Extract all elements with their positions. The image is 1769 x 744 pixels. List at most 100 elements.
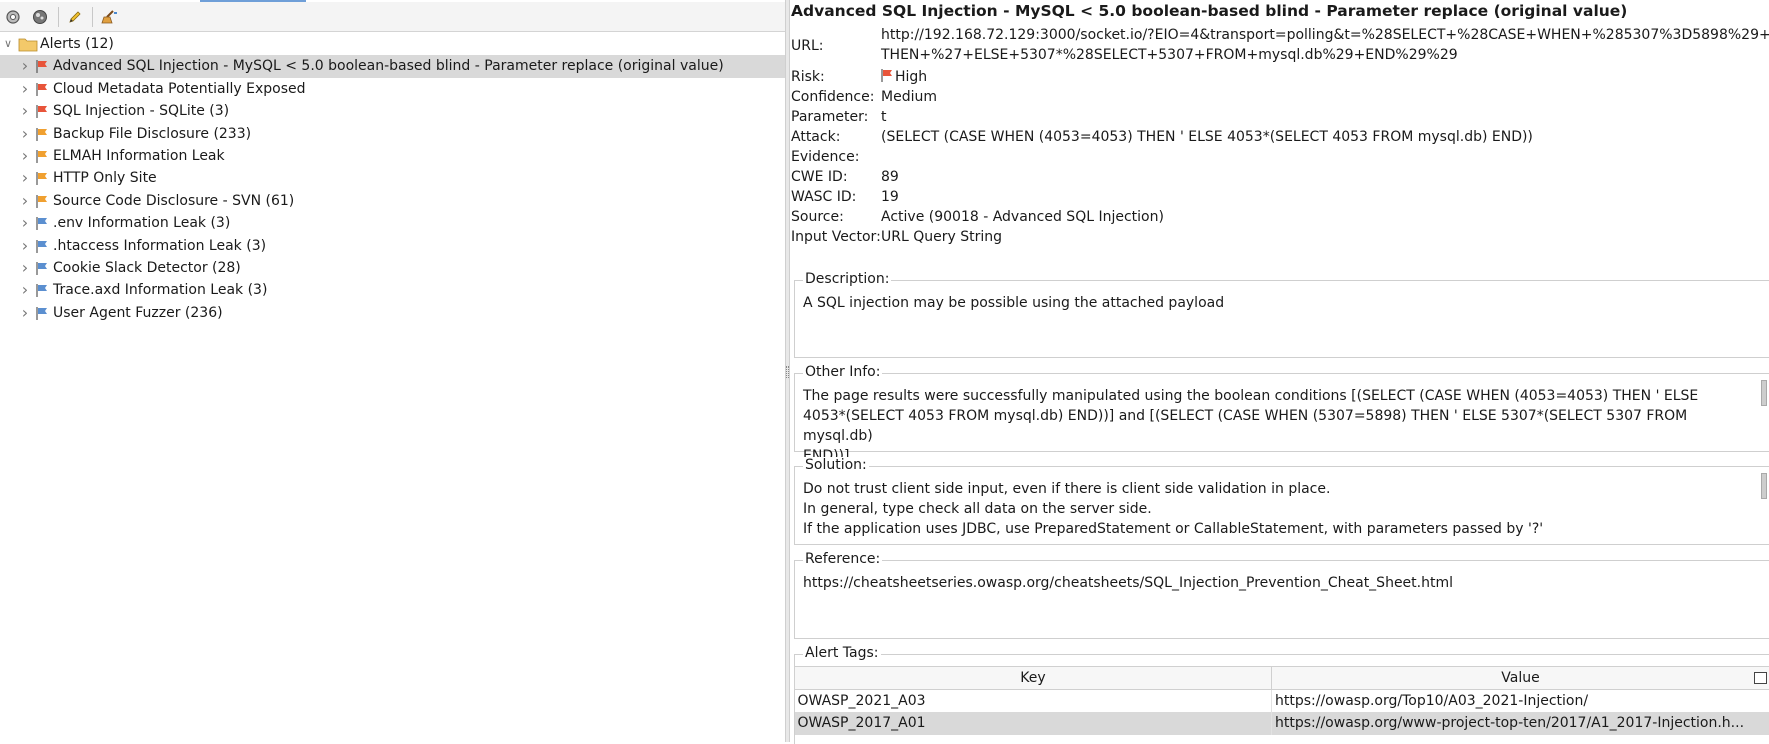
alert-tags-table: Key Value OWASP_2021_A03 https://owasp.o…	[794, 666, 1769, 735]
tree-item[interactable]: › Backup File Disclosure (233)	[0, 123, 785, 145]
chevron-right-icon[interactable]: ›	[17, 167, 33, 189]
tree-item[interactable]: ›Advanced SQL Injection - MySQL < 5.0 bo…	[0, 55, 785, 77]
solution-panel: Solution: Do not trust client side input…	[794, 466, 1769, 545]
tree-item[interactable]: › ELMAH Information Leak	[0, 145, 785, 167]
edit-pencil-icon[interactable]	[62, 5, 88, 29]
alert-title: Advanced SQL Injection - MySQL < 5.0 boo…	[791, 2, 1627, 20]
value-column-header[interactable]: Value	[1272, 667, 1769, 690]
solution-scrollbar[interactable]	[1761, 473, 1767, 499]
other-info-title: Other Info:	[803, 364, 882, 380]
parameter-value: t	[881, 109, 887, 125]
other-info-text[interactable]: The page results were successfully manip…	[803, 386, 1755, 466]
tree-item-label: SQL Injection - SQLite (3)	[53, 100, 229, 122]
cwe-id-value: 89	[881, 169, 899, 185]
tree-item[interactable]: › .env Information Leak (3)	[0, 212, 785, 234]
tree-item[interactable]: › Cloud Metadata Potentially Exposed	[0, 78, 785, 100]
solution-text[interactable]: Do not trust client side input, even if …	[803, 479, 1755, 539]
tree-root-alerts[interactable]: ∨ Alerts (12)	[0, 33, 785, 55]
chevron-right-icon[interactable]: ›	[17, 257, 33, 279]
tree-item[interactable]: › Cookie Slack Detector (28)	[0, 257, 785, 279]
reference-text[interactable]: https://cheatsheetseries.owasp.org/cheat…	[803, 573, 1755, 593]
chevron-right-icon[interactable]: ›	[17, 302, 33, 324]
source-value: Active (90018 - Advanced SQL Injection)	[881, 209, 1164, 225]
description-text[interactable]: A SQL injection may be possible using th…	[803, 293, 1755, 313]
chevron-right-icon[interactable]: ›	[17, 190, 33, 212]
chevron-right-icon[interactable]: ›	[17, 55, 33, 77]
risk-value: High	[881, 69, 927, 85]
info-risk-flag-icon	[36, 262, 48, 275]
solution-title: Solution:	[803, 457, 869, 473]
chevron-right-icon[interactable]: ›	[17, 123, 33, 145]
tree-item-label: HTTP Only Site	[53, 167, 157, 189]
tree-item[interactable]: › Trace.axd Information Leak (3)	[0, 279, 785, 301]
info-risk-flag-icon	[36, 217, 48, 230]
tree-item[interactable]: › SQL Injection - SQLite (3)	[0, 100, 785, 122]
chevron-right-icon[interactable]: ›	[17, 212, 33, 234]
splitter-grip-icon[interactable]	[786, 366, 789, 378]
tree-item-label: .htaccess Information Leak (3)	[53, 235, 266, 257]
url-line-2: THEN+%27+ELSE+5307*%28SELECT+5307+FROM+m…	[881, 45, 1769, 65]
alert-details-pane: Advanced SQL Injection - MySQL < 5.0 boo…	[790, 0, 1769, 742]
tree-item[interactable]: › User Agent Fuzzer (236)	[0, 302, 785, 324]
tag-key-cell[interactable]: OWASP_2017_A01	[795, 712, 1272, 735]
url-label: URL:	[791, 38, 824, 54]
tree-item-label: Backup File Disclosure (233)	[53, 123, 251, 145]
chevron-right-icon[interactable]: ›	[17, 279, 33, 301]
description-panel: Description: A SQL injection may be poss…	[794, 280, 1769, 358]
chevron-down-icon[interactable]: ∨	[0, 33, 16, 55]
high-risk-flag-icon	[36, 105, 48, 118]
other-info-panel: Other Info: The page results were succes…	[794, 373, 1769, 452]
reference-title: Reference:	[803, 551, 882, 567]
tree-item-label: .env Information Leak (3)	[53, 212, 230, 234]
tag-value-cell[interactable]: https://owasp.org/www-project-top-ten/20…	[1272, 712, 1769, 735]
folder-icon	[18, 36, 38, 52]
evidence-label: Evidence:	[791, 149, 859, 165]
chevron-right-icon[interactable]: ›	[17, 100, 33, 122]
tree-item-label: Trace.axd Information Leak (3)	[53, 279, 267, 301]
confidence-value: Medium	[881, 89, 937, 105]
tree-item-label: Source Code Disclosure - SVN (61)	[53, 190, 294, 212]
cwe-id-label: CWE ID:	[791, 169, 848, 185]
info-risk-flag-icon	[36, 284, 48, 297]
other-info-scrollbar[interactable]	[1761, 380, 1767, 406]
medium-risk-flag-icon	[36, 128, 48, 141]
source-label: Source:	[791, 209, 844, 225]
parameter-label: Parameter:	[791, 109, 868, 125]
tree-item-label: ELMAH Information Leak	[53, 145, 225, 167]
tree-item-label: Cookie Slack Detector (28)	[53, 257, 241, 279]
broken-link-icon[interactable]	[27, 5, 53, 29]
wasc-id-label: WASC ID:	[791, 189, 856, 205]
tree-item[interactable]: › Source Code Disclosure - SVN (61)	[0, 190, 785, 212]
column-picker-icon[interactable]	[1754, 672, 1767, 684]
table-header-row: Key Value	[795, 667, 1769, 690]
risk-value-text: High	[895, 69, 927, 85]
tree-item[interactable]: › .htaccess Information Leak (3)	[0, 235, 785, 257]
tag-key-cell[interactable]: OWASP_2021_A03	[795, 690, 1272, 713]
tree-item[interactable]: › HTTP Only Site	[0, 167, 785, 189]
url-line-1: http://192.168.72.129:3000/socket.io/?EI…	[881, 25, 1769, 45]
attack-label: Attack:	[791, 129, 840, 145]
alert-tags-title: Alert Tags:	[803, 645, 881, 661]
table-row[interactable]: OWASP_2017_A01 https://owasp.org/www-pro…	[795, 712, 1769, 735]
medium-risk-flag-icon	[36, 150, 48, 163]
tag-value-cell[interactable]: https://owasp.org/Top10/A03_2021-Injecti…	[1272, 690, 1769, 713]
chevron-right-icon[interactable]: ›	[17, 78, 33, 100]
settings-gear-icon[interactable]	[0, 5, 26, 29]
alerts-tree-pane: ∨ Alerts (12) ›Advanced SQL Injection - …	[0, 0, 785, 742]
tree-item-label: Cloud Metadata Potentially Exposed	[53, 78, 306, 100]
reference-panel: Reference: https://cheatsheetseries.owas…	[794, 560, 1769, 639]
tree-item-label: User Agent Fuzzer (236)	[53, 302, 223, 324]
chevron-right-icon[interactable]: ›	[17, 235, 33, 257]
input-vector-label: Input Vector:	[791, 229, 881, 245]
table-row[interactable]: OWASP_2021_A03 https://owasp.org/Top10/A…	[795, 690, 1769, 713]
chevron-right-icon[interactable]: ›	[17, 145, 33, 167]
info-risk-flag-icon	[36, 240, 48, 253]
alerts-tree: ∨ Alerts (12) ›Advanced SQL Injection - …	[0, 33, 785, 324]
high-risk-flag-icon	[36, 83, 48, 96]
key-column-header[interactable]: Key	[795, 667, 1272, 690]
url-value: http://192.168.72.129:3000/socket.io/?EI…	[881, 25, 1769, 65]
alerts-toolbar	[0, 2, 785, 32]
toolbar-separator	[92, 7, 93, 27]
toolbar-separator	[58, 7, 59, 27]
clear-broom-icon[interactable]	[97, 5, 123, 29]
